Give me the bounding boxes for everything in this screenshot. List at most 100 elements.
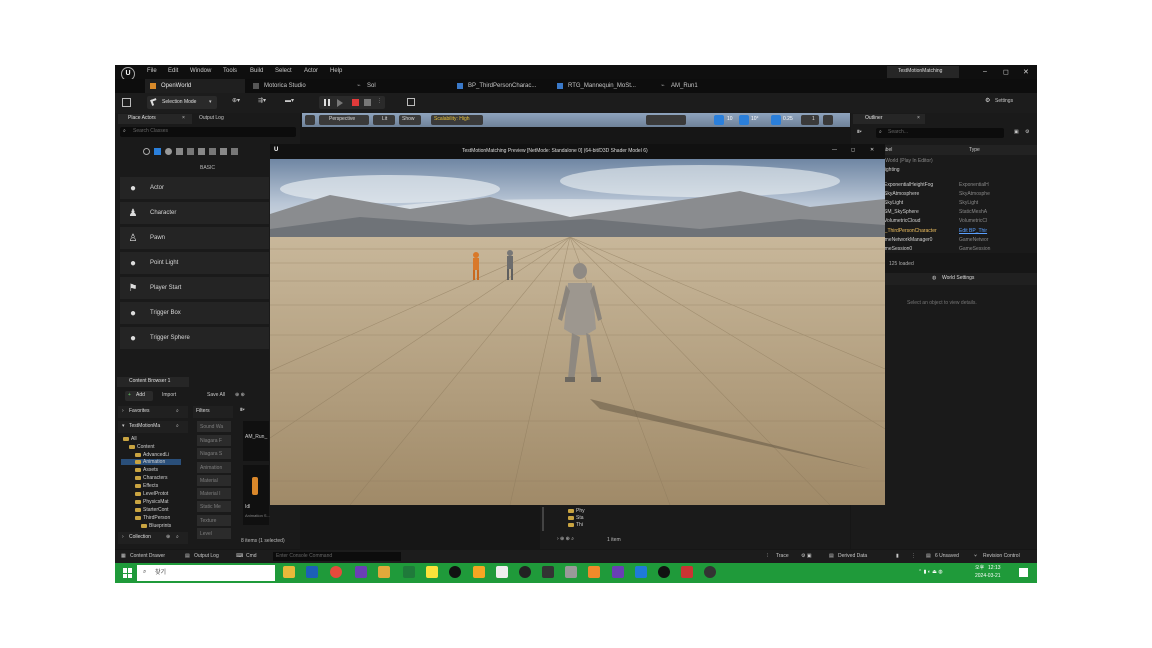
asset-tile[interactable]: Idl Animation S... bbox=[243, 465, 270, 525]
tab-output-log[interactable]: Output Log bbox=[199, 116, 224, 121]
favorites-header[interactable]: › Favorites ⌕ bbox=[118, 406, 188, 418]
maximize-button[interactable]: ◻ bbox=[1003, 68, 1009, 76]
transform-tools[interactable] bbox=[646, 115, 686, 125]
menu-select[interactable]: Select bbox=[275, 68, 292, 74]
perspective-button[interactable]: Perspective bbox=[319, 115, 369, 125]
scalability-button[interactable]: Scalability: High bbox=[431, 115, 483, 125]
tab-am-run1[interactable]: AM_Run1 bbox=[671, 83, 698, 89]
grid-snap-icon[interactable] bbox=[714, 115, 724, 125]
resume-icon[interactable] bbox=[337, 99, 343, 107]
cmd-dropdown[interactable]: Cmd bbox=[246, 554, 257, 559]
firefox-icon[interactable] bbox=[588, 566, 600, 578]
all-classes-icon[interactable] bbox=[231, 148, 238, 155]
actor-item-point-light[interactable]: ● Point Light bbox=[120, 252, 269, 274]
console-command-input[interactable]: Enter Console Command bbox=[273, 552, 401, 561]
save-icon[interactable] bbox=[122, 98, 131, 107]
tree-item[interactable]: ThirdPerson bbox=[135, 515, 170, 521]
derived-data-button[interactable]: Derived Data bbox=[838, 554, 867, 559]
tree-item[interactable]: StarterCont bbox=[135, 507, 169, 513]
vscode-icon[interactable] bbox=[635, 566, 647, 578]
tab-bp-thirdperson[interactable]: BP_ThirdPersonCharac... bbox=[468, 83, 536, 89]
filter-icon[interactable]: ⩩▾ bbox=[857, 130, 862, 135]
angle-snap-value[interactable]: 10° bbox=[751, 117, 759, 122]
hamburger-icon[interactable] bbox=[305, 115, 315, 125]
outliner-row-type[interactable]: Edit BP_Thir bbox=[959, 228, 987, 234]
blueprints-icon[interactable]: ⇶▾ bbox=[258, 98, 266, 104]
app-icon[interactable] bbox=[306, 566, 318, 578]
scale-snap-icon[interactable] bbox=[771, 115, 781, 125]
tree-item[interactable]: Characters bbox=[135, 475, 167, 481]
actor-item-player-start[interactable]: ⚑ Player Start bbox=[120, 277, 269, 299]
tree-item[interactable]: Content bbox=[129, 444, 155, 450]
app-icon-4[interactable] bbox=[496, 566, 508, 578]
content-drawer-button[interactable]: Content Drawer bbox=[130, 554, 165, 559]
add-folder-icon[interactable]: ▣ bbox=[1014, 130, 1019, 135]
collection-header[interactable]: › Collection ⊕ ⌕ bbox=[118, 532, 188, 544]
pause-icon[interactable] bbox=[324, 99, 326, 106]
tree-item[interactable]: All bbox=[123, 436, 137, 442]
actor-item-trigger-sphere[interactable]: ● Trigger Sphere bbox=[120, 327, 269, 349]
tree-item[interactable]: Sta bbox=[568, 515, 584, 521]
cinematics-icon[interactable]: ▬▾ bbox=[285, 98, 294, 104]
unreal-icon[interactable] bbox=[449, 566, 461, 578]
platforms-icon[interactable] bbox=[407, 98, 415, 106]
tree-item[interactable]: LevelProtot bbox=[135, 491, 168, 497]
filter-item[interactable]: Material I bbox=[197, 488, 231, 499]
collection-controls-icon[interactable]: › ⊕ ⊕ ⌕ bbox=[557, 537, 574, 542]
scale-snap-value[interactable]: 0.25 bbox=[783, 117, 793, 122]
tree-item[interactable]: Phy bbox=[568, 508, 585, 514]
notes-icon[interactable] bbox=[378, 566, 390, 578]
visual-studio-icon-2[interactable] bbox=[612, 566, 624, 578]
column-type[interactable]: Type bbox=[969, 148, 980, 153]
close-tab-icon[interactable]: × bbox=[182, 116, 185, 121]
more-icon[interactable]: ⋮ bbox=[911, 554, 916, 559]
menu-actor[interactable]: Actor bbox=[304, 68, 318, 74]
preview-titlebar[interactable]: U TestMotionMatching Preview [NetMode: S… bbox=[270, 144, 885, 159]
unsaved-button[interactable]: 6 Unsaved bbox=[935, 554, 959, 559]
tab-rtg-mannequin[interactable]: RTG_Mannequin_MoSt... bbox=[568, 83, 636, 89]
app-icon-2[interactable] bbox=[403, 566, 415, 578]
actor-item-character[interactable]: ♟ Character bbox=[120, 202, 269, 224]
visual-effects-icon[interactable] bbox=[198, 148, 205, 155]
volumes-icon[interactable] bbox=[220, 148, 227, 155]
minimize-button[interactable]: – bbox=[983, 68, 987, 75]
preview-close-button[interactable]: ✕ bbox=[870, 148, 874, 153]
maximize-viewport-icon[interactable] bbox=[823, 115, 833, 125]
project-header[interactable]: ▾ TestMotionMa ⌕ bbox=[118, 421, 188, 433]
unreal-icon-2[interactable] bbox=[658, 566, 670, 578]
github-icon[interactable] bbox=[519, 566, 531, 578]
angle-snap-icon[interactable] bbox=[739, 115, 749, 125]
import-button[interactable]: Import bbox=[162, 393, 176, 398]
menu-build[interactable]: Build bbox=[250, 68, 263, 74]
basic-category-icon[interactable] bbox=[154, 148, 161, 155]
notification-icon[interactable] bbox=[1019, 568, 1028, 577]
app-icon-7[interactable] bbox=[681, 566, 693, 578]
chrome-icon[interactable] bbox=[330, 566, 342, 578]
menu-window[interactable]: Window bbox=[190, 68, 211, 74]
shapes-icon[interactable] bbox=[176, 148, 183, 155]
settings-button[interactable]: Settings bbox=[995, 99, 1013, 104]
tree-item[interactable]: Effects bbox=[135, 483, 158, 489]
filter-item[interactable]: Sound Wa bbox=[197, 421, 231, 432]
tab-sol[interactable]: Sol bbox=[367, 83, 376, 89]
search-classes-input[interactable]: ⌕ Search Classes bbox=[120, 127, 296, 137]
app-icon-6[interactable] bbox=[565, 566, 577, 578]
tree-item-selected[interactable]: Animation bbox=[121, 459, 181, 465]
menu-tools[interactable]: Tools bbox=[223, 68, 237, 74]
save-all-button[interactable]: Save All bbox=[207, 393, 225, 398]
actor-item-actor[interactable]: ● Actor bbox=[120, 177, 269, 199]
eject-icon[interactable] bbox=[364, 99, 371, 106]
taskbar-search-box[interactable]: ⌕ 찾기 bbox=[137, 565, 275, 581]
tree-item[interactable]: Thi bbox=[568, 522, 583, 528]
filters-header[interactable]: Filters bbox=[193, 406, 233, 418]
output-log-button[interactable]: Output Log bbox=[194, 554, 219, 559]
tab-place-actors[interactable]: Place Actors × bbox=[118, 114, 192, 124]
gear-icon[interactable]: ⚙ bbox=[985, 98, 990, 104]
camera-speed-button[interactable]: 1 bbox=[801, 115, 819, 125]
preview-minimize-button[interactable]: — bbox=[832, 148, 837, 153]
add-content-icon[interactable]: ⊕▾ bbox=[232, 98, 240, 104]
app-icon-5[interactable] bbox=[542, 566, 554, 578]
tree-item[interactable]: PhysicsMat bbox=[135, 499, 169, 505]
filter-item[interactable]: Texture bbox=[197, 515, 231, 526]
outliner-settings-icon[interactable]: ⚙ bbox=[1025, 130, 1029, 135]
